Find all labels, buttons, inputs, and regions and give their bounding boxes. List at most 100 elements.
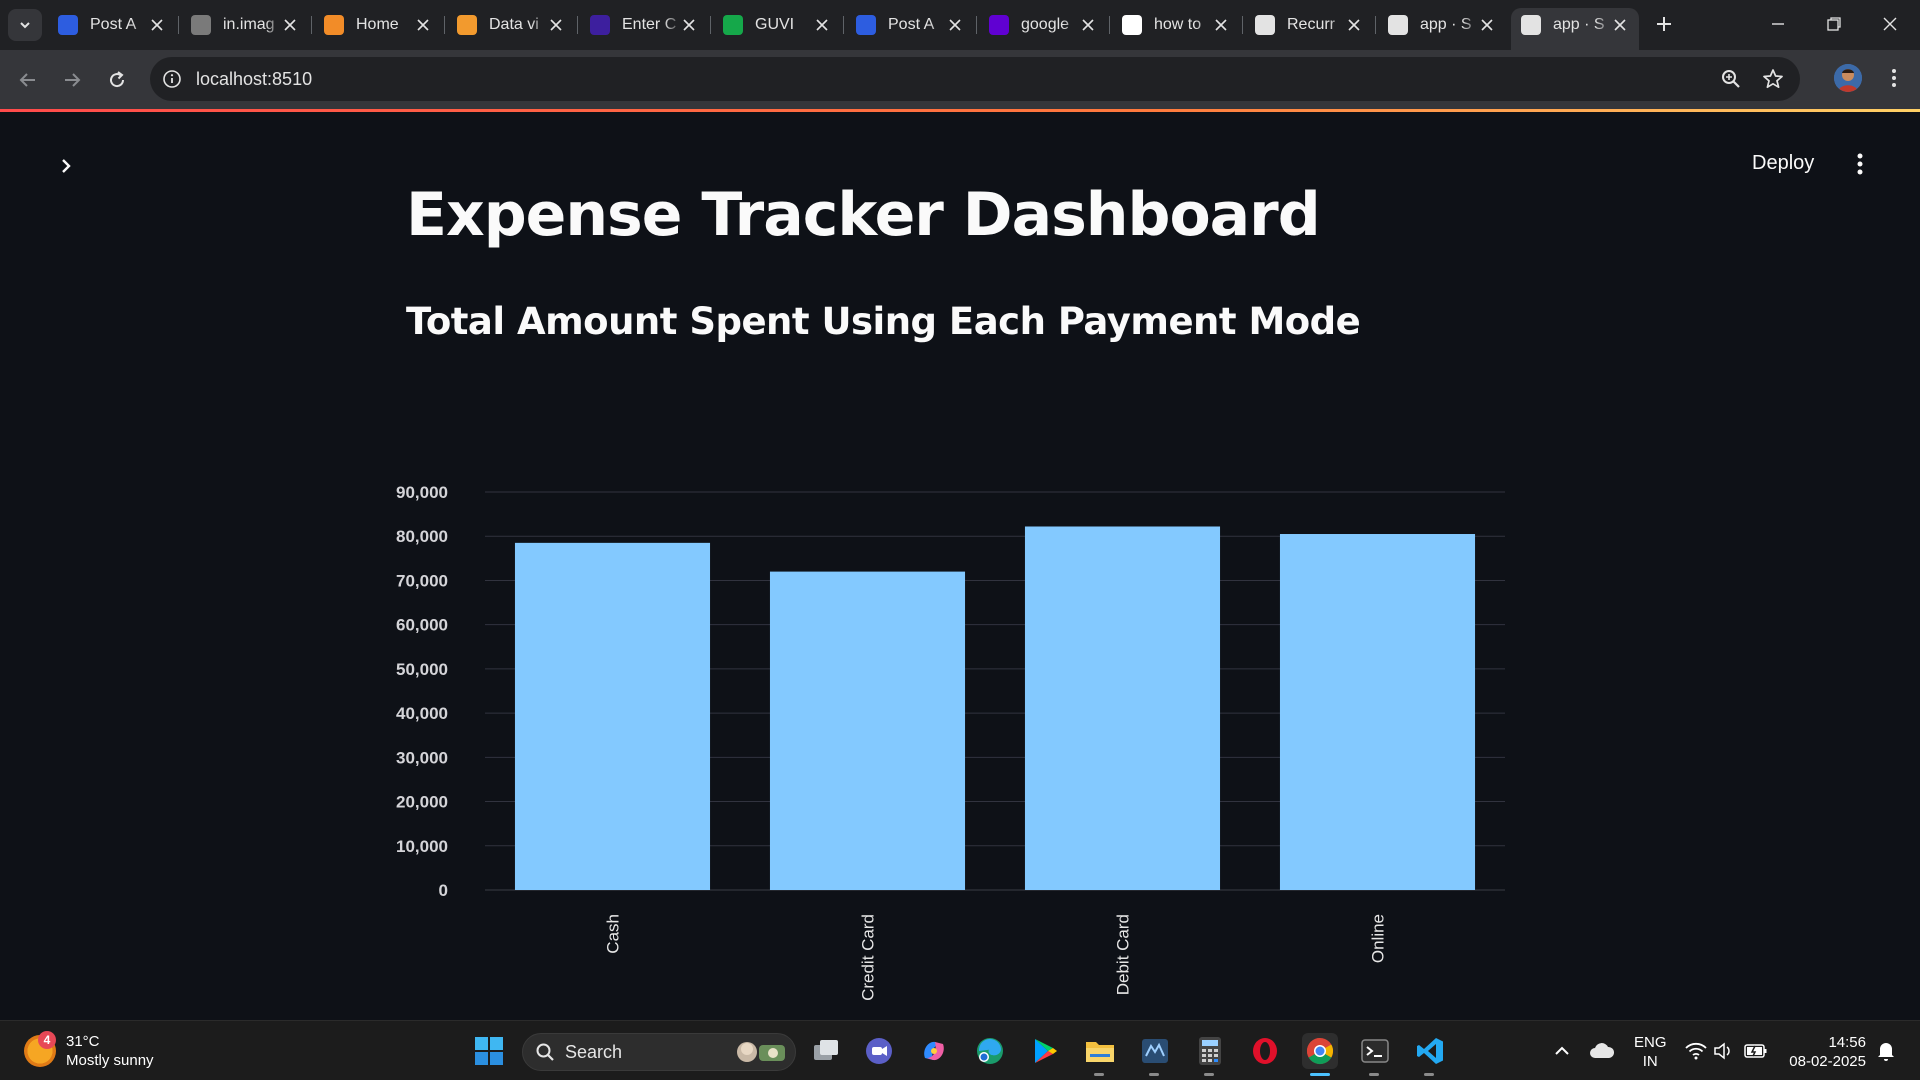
browser-tab[interactable]: Post A	[48, 8, 176, 42]
browser-tab[interactable]: Data vi	[447, 8, 575, 42]
close-tab-icon[interactable]	[946, 16, 964, 34]
browser-tab[interactable]: app · S	[1511, 8, 1639, 50]
address-bar[interactable]: localhost:8510	[150, 57, 1800, 101]
system-clock[interactable]: 14:56 08-02-2025	[1786, 1033, 1866, 1071]
app-menu-button[interactable]	[1846, 150, 1874, 178]
browser-tab[interactable]: app · S	[1378, 8, 1506, 42]
close-tab-icon[interactable]	[1478, 16, 1496, 34]
close-tab-icon[interactable]	[547, 16, 565, 34]
close-tab-icon[interactable]	[813, 16, 831, 34]
vscode-button[interactable]	[1412, 1033, 1448, 1069]
active-app-indicator	[1310, 1073, 1330, 1076]
new-tab-button[interactable]	[1652, 12, 1676, 36]
close-tab-icon[interactable]	[148, 16, 166, 34]
browser-menu-button[interactable]	[1880, 64, 1908, 92]
meet-app-button[interactable]	[861, 1033, 897, 1069]
reload-button[interactable]	[101, 64, 133, 96]
tab-title: Post A	[90, 16, 137, 33]
minimize-button[interactable]	[1750, 0, 1806, 48]
chevron-up-icon	[1555, 1046, 1569, 1055]
browser-tab[interactable]: in.imag	[181, 8, 309, 42]
profile-avatar[interactable]	[1834, 64, 1862, 92]
close-tab-icon[interactable]	[1345, 16, 1363, 34]
close-window-button[interactable]	[1862, 0, 1918, 48]
mysql-workbench-button[interactable]	[1137, 1033, 1173, 1069]
opera-button[interactable]	[1247, 1033, 1283, 1069]
forward-button[interactable]	[56, 64, 88, 96]
close-tab-icon[interactable]	[281, 16, 299, 34]
x-tick-label: Debit Card	[1114, 914, 1133, 995]
close-tab-icon[interactable]	[1079, 16, 1097, 34]
notifications-button[interactable]	[1868, 1033, 1904, 1069]
book-icon	[457, 15, 477, 35]
copilot-button[interactable]	[916, 1033, 952, 1069]
browser-tab[interactable]: how to	[1112, 8, 1240, 42]
browser-tab[interactable]: Enter C	[580, 8, 708, 42]
tab-search-button[interactable]	[8, 9, 42, 41]
browser-tab[interactable]: GUVI	[713, 8, 841, 42]
chevron-right-icon	[62, 159, 71, 173]
deploy-button[interactable]: Deploy	[1740, 148, 1826, 179]
edge-button[interactable]	[972, 1033, 1008, 1069]
region-code: IN	[1642, 1053, 1658, 1070]
tab-title: Home	[356, 16, 399, 33]
onedrive-button[interactable]	[1584, 1033, 1620, 1069]
tab-title: how to	[1154, 16, 1202, 33]
y-tick-label: 40,000	[396, 704, 448, 723]
x-tick-label: Cash	[604, 914, 623, 954]
browser-tab[interactable]: Post A	[846, 8, 974, 42]
streamlit-crown-icon	[1521, 15, 1541, 35]
battery-button[interactable]	[1738, 1033, 1774, 1069]
folder-icon	[1086, 1042, 1114, 1062]
play-store-button[interactable]	[1027, 1033, 1063, 1069]
browser-tab[interactable]: Recurr	[1245, 8, 1373, 42]
bar-credit-card	[769, 571, 966, 890]
page-title: Expense Tracker Dashboard	[406, 180, 1321, 250]
language-indicator[interactable]: ENG IN	[1634, 1033, 1667, 1071]
taskbar: 4 31°C Mostly sunny Search ENG IN 14:56 …	[0, 1020, 1920, 1080]
zoom-icon[interactable]	[1720, 68, 1742, 90]
search-icon	[536, 1043, 554, 1061]
sidebar-expand-button[interactable]	[52, 152, 80, 180]
show-hidden-icons-button[interactable]	[1544, 1033, 1580, 1069]
y-tick-label: 70,000	[396, 571, 448, 590]
browser-tab[interactable]: google	[979, 8, 1107, 42]
chrome-button[interactable]	[1302, 1033, 1338, 1069]
task-view-button[interactable]	[808, 1033, 844, 1069]
weather-widget[interactable]: 4 31°C Mostly sunny	[24, 1031, 154, 1071]
file-explorer-button[interactable]	[1082, 1033, 1118, 1069]
bookmark-star-icon[interactable]	[1762, 68, 1784, 90]
tab-title: google	[1021, 16, 1070, 33]
minimize-icon	[1772, 23, 1784, 25]
restore-button[interactable]	[1806, 0, 1862, 48]
close-tab-icon[interactable]	[414, 16, 432, 34]
tab-separator	[577, 16, 578, 34]
running-indicator	[1149, 1073, 1159, 1076]
back-button[interactable]	[12, 64, 44, 96]
calculator-button[interactable]	[1192, 1033, 1228, 1069]
volume-button[interactable]	[1706, 1033, 1742, 1069]
image-icon	[191, 15, 211, 35]
speaker-icon	[1714, 1042, 1730, 1060]
browser-tab[interactable]: Home	[314, 8, 442, 42]
close-tab-icon[interactable]	[680, 16, 698, 34]
battery-charging-icon	[1744, 1044, 1767, 1058]
tab-title: app · S	[1420, 16, 1472, 33]
taskbar-search[interactable]: Search	[522, 1033, 796, 1071]
mysql-workbench-icon	[1142, 1039, 1168, 1063]
yahoo-icon	[989, 15, 1009, 35]
tab-title: in.imag	[223, 16, 275, 33]
edge-icon	[977, 1038, 1003, 1064]
close-tab-icon[interactable]	[1212, 16, 1230, 34]
tab-separator	[976, 16, 977, 34]
more-vertical-icon	[1892, 69, 1896, 87]
start-button[interactable]	[471, 1033, 507, 1069]
opera-icon	[1253, 1038, 1277, 1064]
site-info-icon[interactable]	[162, 69, 182, 89]
openai-icon	[1255, 15, 1275, 35]
close-tab-icon[interactable]	[1611, 16, 1629, 34]
google-play-icon	[1035, 1039, 1057, 1063]
terminal-button[interactable]	[1357, 1033, 1393, 1069]
x-tick-label: Credit Card	[859, 914, 878, 1001]
chevron-down-icon	[20, 22, 30, 29]
